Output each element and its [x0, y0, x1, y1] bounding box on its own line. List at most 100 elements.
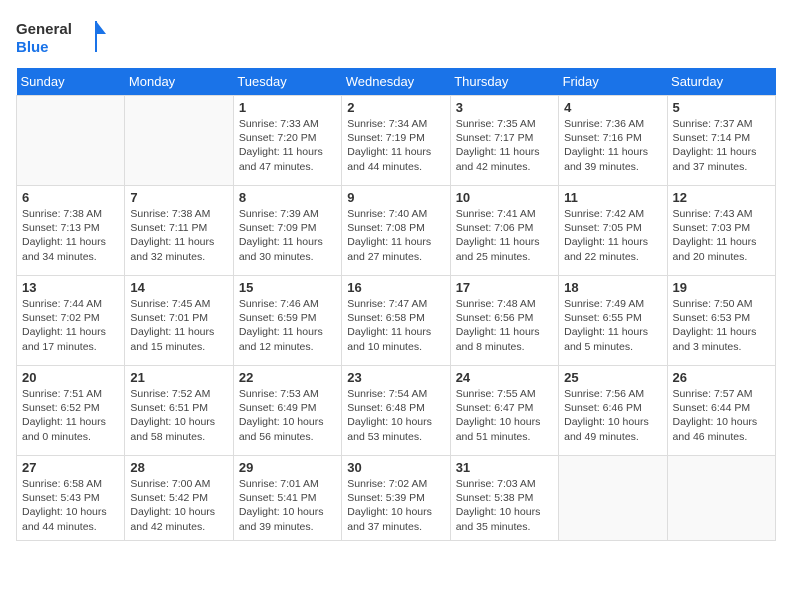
day-number: 21	[130, 370, 227, 385]
day-number: 8	[239, 190, 336, 205]
svg-text:General: General	[16, 21, 72, 38]
calendar-cell	[17, 96, 125, 186]
day-number: 12	[673, 190, 770, 205]
calendar-cell: 28 Sunrise: 7:00 AMSunset: 5:42 PMDayligh…	[125, 456, 233, 541]
weekday-header-monday: Monday	[125, 68, 233, 96]
svg-text:Blue: Blue	[16, 39, 49, 56]
calendar-cell: 11 Sunrise: 7:42 AMSunset: 7:05 PMDayligh…	[559, 186, 667, 276]
day-info: Sunrise: 7:43 AMSunset: 7:03 PMDaylight:…	[673, 207, 770, 264]
calendar-cell: 29Sunrise: 7:01 AMSunset: 5:41 PMDayligh…	[233, 456, 341, 541]
day-info: Sunrise: 7:57 AMSunset: 6:44 PMDaylight:…	[673, 387, 770, 444]
calendar-cell: 13 Sunrise: 7:44 AMSunset: 7:02 PMDayligh…	[17, 276, 125, 366]
calendar-cell: 1 Sunrise: 7:33 AMSunset: 7:20 PMDaylight…	[233, 96, 341, 186]
calendar-cell: 20 Sunrise: 7:51 AMSunset: 6:52 PMDayligh…	[17, 366, 125, 456]
calendar-cell: 30 Sunrise: 7:02 AMSunset: 5:39 PMDayligh…	[342, 456, 450, 541]
day-number: 17	[456, 280, 553, 295]
calendar-cell: 27Sunrise: 6:58 AMSunset: 5:43 PMDayligh…	[17, 456, 125, 541]
day-info: Sunrise: 7:50 AMSunset: 6:53 PMDaylight:…	[673, 297, 770, 354]
day-info: Sunrise: 7:46 AMSunset: 6:59 PMDaylight:…	[239, 297, 336, 354]
day-number: 30	[347, 460, 444, 475]
calendar-cell: 6 Sunrise: 7:38 AMSunset: 7:13 PMDaylight…	[17, 186, 125, 276]
calendar-cell: 18 Sunrise: 7:49 AMSunset: 6:55 PMDayligh…	[559, 276, 667, 366]
day-number: 10	[456, 190, 553, 205]
calendar-cell: 14 Sunrise: 7:45 AMSunset: 7:01 PMDayligh…	[125, 276, 233, 366]
day-info: Sunrise: 7:55 AMSunset: 6:47 PMDaylight:…	[456, 387, 553, 444]
calendar-cell: 17 Sunrise: 7:48 AMSunset: 6:56 PMDayligh…	[450, 276, 558, 366]
day-number: 20	[22, 370, 119, 385]
day-number: 9	[347, 190, 444, 205]
day-info: Sunrise: 7:41 AMSunset: 7:06 PMDaylight:…	[456, 207, 553, 264]
calendar-cell: 4 Sunrise: 7:36 AMSunset: 7:16 PMDaylight…	[559, 96, 667, 186]
calendar-cell: 19Sunrise: 7:50 AMSunset: 6:53 PMDayligh…	[667, 276, 775, 366]
calendar-cell: 16 Sunrise: 7:47 AMSunset: 6:58 PMDayligh…	[342, 276, 450, 366]
day-info: Sunrise: 7:49 AMSunset: 6:55 PMDaylight:…	[564, 297, 661, 354]
day-info: Sunrise: 7:01 AMSunset: 5:41 PMDaylight:…	[239, 477, 336, 534]
weekday-header-wednesday: Wednesday	[342, 68, 450, 96]
day-number: 4	[564, 100, 661, 115]
day-info: Sunrise: 7:51 AMSunset: 6:52 PMDaylight:…	[22, 387, 119, 444]
calendar-cell: 8 Sunrise: 7:39 AMSunset: 7:09 PMDaylight…	[233, 186, 341, 276]
day-number: 24	[456, 370, 553, 385]
day-info: Sunrise: 7:40 AMSunset: 7:08 PMDaylight:…	[347, 207, 444, 264]
day-info: Sunrise: 7:54 AMSunset: 6:48 PMDaylight:…	[347, 387, 444, 444]
day-info: Sunrise: 6:58 AMSunset: 5:43 PMDaylight:…	[22, 477, 119, 534]
day-info: Sunrise: 7:35 AMSunset: 7:17 PMDaylight:…	[456, 117, 553, 174]
calendar-cell	[125, 96, 233, 186]
day-number: 3	[456, 100, 553, 115]
day-info: Sunrise: 7:03 AMSunset: 5:38 PMDaylight:…	[456, 477, 553, 534]
calendar-table: SundayMondayTuesdayWednesdayThursdayFrid…	[16, 68, 776, 541]
day-info: Sunrise: 7:44 AMSunset: 7:02 PMDaylight:…	[22, 297, 119, 354]
weekday-header-saturday: Saturday	[667, 68, 775, 96]
calendar-cell: 7Sunrise: 7:38 AMSunset: 7:11 PMDaylight…	[125, 186, 233, 276]
calendar-cell: 2Sunrise: 7:34 AMSunset: 7:19 PMDaylight…	[342, 96, 450, 186]
calendar-week-2: 6 Sunrise: 7:38 AMSunset: 7:13 PMDaylight…	[17, 186, 776, 276]
day-info: Sunrise: 7:37 AMSunset: 7:14 PMDaylight:…	[673, 117, 770, 174]
calendar-cell: 24 Sunrise: 7:55 AMSunset: 6:47 PMDayligh…	[450, 366, 558, 456]
day-info: Sunrise: 7:00 AMSunset: 5:42 PMDaylight:…	[130, 477, 227, 534]
day-number: 14	[130, 280, 227, 295]
day-number: 1	[239, 100, 336, 115]
calendar-cell: 10 Sunrise: 7:41 AMSunset: 7:06 PMDayligh…	[450, 186, 558, 276]
day-number: 23	[347, 370, 444, 385]
calendar-cell: 9 Sunrise: 7:40 AMSunset: 7:08 PMDaylight…	[342, 186, 450, 276]
day-number: 6	[22, 190, 119, 205]
day-info: Sunrise: 7:39 AMSunset: 7:09 PMDaylight:…	[239, 207, 336, 264]
day-number: 16	[347, 280, 444, 295]
calendar-cell: 5Sunrise: 7:37 AMSunset: 7:14 PMDaylight…	[667, 96, 775, 186]
calendar-cell: 21Sunrise: 7:52 AMSunset: 6:51 PMDayligh…	[125, 366, 233, 456]
day-number: 28	[130, 460, 227, 475]
weekday-header-friday: Friday	[559, 68, 667, 96]
day-info: Sunrise: 7:45 AMSunset: 7:01 PMDaylight:…	[130, 297, 227, 354]
day-info: Sunrise: 7:33 AMSunset: 7:20 PMDaylight:…	[239, 117, 336, 174]
calendar-cell: 23 Sunrise: 7:54 AMSunset: 6:48 PMDayligh…	[342, 366, 450, 456]
calendar-cell: 25 Sunrise: 7:56 AMSunset: 6:46 PMDayligh…	[559, 366, 667, 456]
day-number: 15	[239, 280, 336, 295]
day-info: Sunrise: 7:42 AMSunset: 7:05 PMDaylight:…	[564, 207, 661, 264]
day-info: Sunrise: 7:53 AMSunset: 6:49 PMDaylight:…	[239, 387, 336, 444]
day-number: 13	[22, 280, 119, 295]
day-number: 18	[564, 280, 661, 295]
day-number: 22	[239, 370, 336, 385]
calendar-cell: 15 Sunrise: 7:46 AMSunset: 6:59 PMDayligh…	[233, 276, 341, 366]
calendar-week-4: 20 Sunrise: 7:51 AMSunset: 6:52 PMDayligh…	[17, 366, 776, 456]
page-header: General Blue	[16, 16, 776, 58]
day-info: Sunrise: 7:36 AMSunset: 7:16 PMDaylight:…	[564, 117, 661, 174]
day-info: Sunrise: 7:48 AMSunset: 6:56 PMDaylight:…	[456, 297, 553, 354]
day-number: 11	[564, 190, 661, 205]
day-info: Sunrise: 7:56 AMSunset: 6:46 PMDaylight:…	[564, 387, 661, 444]
logo-svg: General Blue	[16, 16, 106, 58]
day-number: 26	[673, 370, 770, 385]
day-info: Sunrise: 7:38 AMSunset: 7:13 PMDaylight:…	[22, 207, 119, 264]
weekday-header-thursday: Thursday	[450, 68, 558, 96]
calendar-cell: 12 Sunrise: 7:43 AMSunset: 7:03 PMDayligh…	[667, 186, 775, 276]
day-number: 25	[564, 370, 661, 385]
day-info: Sunrise: 7:47 AMSunset: 6:58 PMDaylight:…	[347, 297, 444, 354]
calendar-cell	[667, 456, 775, 541]
calendar-cell: 26 Sunrise: 7:57 AMSunset: 6:44 PMDayligh…	[667, 366, 775, 456]
calendar-week-1: 1 Sunrise: 7:33 AMSunset: 7:20 PMDaylight…	[17, 96, 776, 186]
day-number: 7	[130, 190, 227, 205]
weekday-header-tuesday: Tuesday	[233, 68, 341, 96]
day-info: Sunrise: 7:02 AMSunset: 5:39 PMDaylight:…	[347, 477, 444, 534]
calendar-week-5: 27Sunrise: 6:58 AMSunset: 5:43 PMDayligh…	[17, 456, 776, 541]
calendar-cell	[559, 456, 667, 541]
